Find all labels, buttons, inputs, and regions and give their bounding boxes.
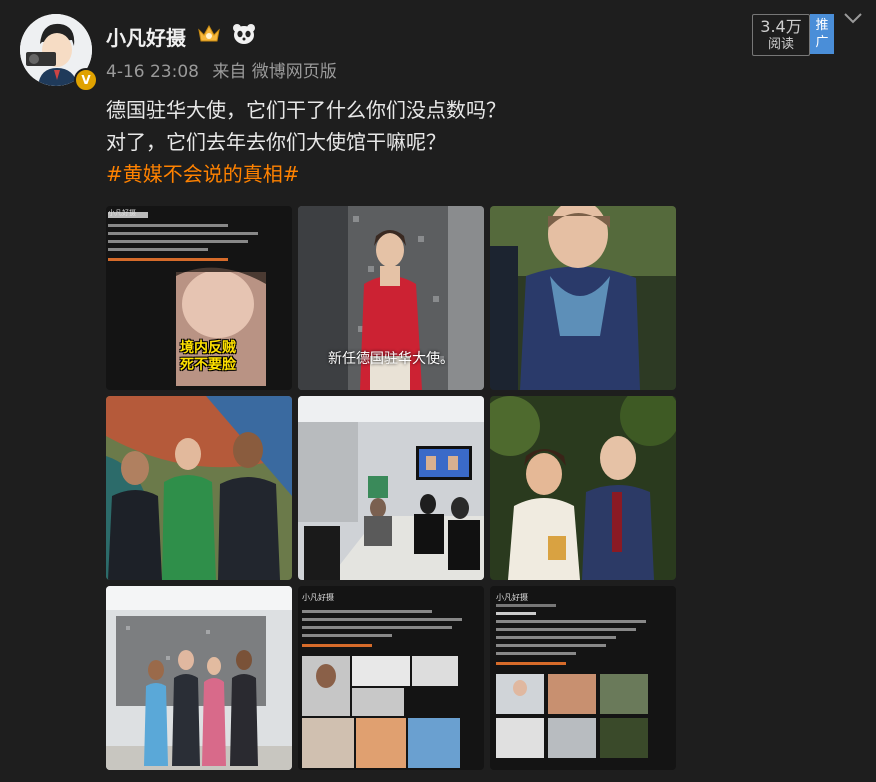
image-8-username: 小凡好摄 (302, 593, 334, 602)
image-2-ambassador[interactable]: 新任德国驻华大使。 (298, 206, 484, 390)
panda-icon (232, 22, 256, 46)
read-count: 3.4万 (760, 17, 802, 36)
image-5-meeting-room[interactable] (298, 396, 484, 580)
chevron-down-icon[interactable] (842, 10, 864, 26)
post-line-2: 对了，它们去年去你们大使馆干嘛呢？ (106, 130, 446, 154)
image-1-highlight: 境内反贼死不要脸 (180, 340, 236, 373)
image-1-screenshot[interactable]: 境内反贼死不要脸 小凡好摄 (106, 206, 292, 390)
crown-icon (196, 22, 222, 46)
image-4-group-photo[interactable] (106, 396, 292, 580)
post-source: 来自 微博网页版 (212, 62, 337, 82)
image-6-outdoor-event[interactable] (490, 396, 676, 580)
post-time[interactable]: 4-16 23:08 (106, 62, 199, 82)
post-line-1: 德国驻华大使，它们干了什么你们没点数吗？ (106, 98, 506, 122)
read-count-box: 3.4万 阅读 (752, 14, 810, 56)
image-grid: 境内反贼死不要脸 小凡好摄 新任德国驻华大使。 小凡好摄 小凡好摄 (106, 206, 676, 776)
promote-button[interactable]: 推广 (810, 14, 834, 54)
post-meta: 4-16 23:08 来自 微博网页版 (106, 57, 345, 82)
verified-badge: V (74, 68, 98, 92)
read-count-label: 阅读 (767, 37, 794, 52)
image-7-lobby-group[interactable] (106, 586, 292, 770)
image-9-username: 小凡好摄 (496, 593, 528, 602)
image-9-post-screenshot[interactable]: 小凡好摄 (490, 586, 676, 770)
author-name[interactable]: 小凡好摄 (106, 22, 186, 51)
image-2-subtitle: 新任德国驻华大使。 (328, 351, 454, 367)
hashtag-link[interactable]: #黄媒不会说的真相# (106, 158, 506, 190)
image-1-username: 小凡好摄 (108, 209, 136, 217)
image-3-ambassador-smiling[interactable] (490, 206, 676, 390)
image-8-post-screenshot[interactable]: 小凡好摄 (298, 586, 484, 770)
post-body: 德国驻华大使，它们干了什么你们没点数吗？ 对了，它们去年去你们大使馆干嘛呢？ #… (106, 94, 506, 190)
